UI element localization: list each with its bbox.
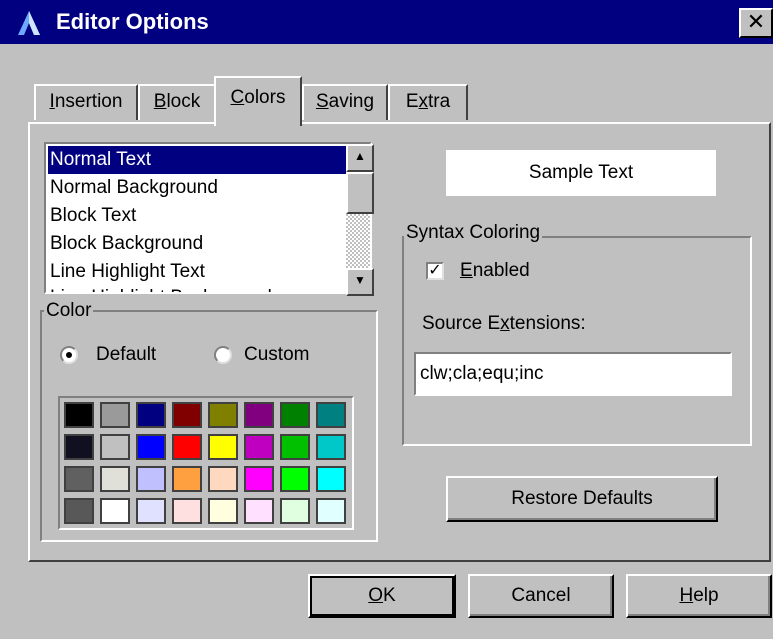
color-swatch[interactable]: [172, 434, 202, 460]
radio-default[interactable]: [60, 346, 78, 364]
help-label: elp: [693, 585, 719, 606]
color-swatch[interactable]: [100, 498, 130, 524]
color-group-legend: Color: [44, 300, 94, 322]
ok-mnemonic: O: [368, 585, 384, 606]
syntax-coloring-legend: Syntax Coloring: [404, 222, 543, 244]
color-swatch[interactable]: [64, 466, 94, 492]
color-swatch[interactable]: [316, 498, 346, 524]
radio-default-label[interactable]: Default: [96, 343, 156, 367]
scroll-up-button[interactable]: ▲: [346, 144, 374, 172]
enabled-label[interactable]: Enabled: [460, 259, 530, 283]
tab-colors[interactable]: Colors: [214, 76, 302, 126]
list-item[interactable]: Block Background: [48, 230, 350, 258]
list-item[interactable]: Normal Background: [48, 174, 350, 202]
tab-block[interactable]: Block: [138, 84, 216, 120]
tab-saving[interactable]: Saving: [302, 84, 388, 120]
list-item[interactable]: Line Highlight Text: [48, 258, 350, 286]
close-button[interactable]: ✕: [739, 8, 773, 38]
color-swatch[interactable]: [244, 434, 274, 460]
color-swatch[interactable]: [244, 402, 274, 428]
tab-mnemonic: S: [315, 91, 329, 112]
enabled-mnemonic: E: [460, 260, 473, 281]
tab-mnemonic: x: [418, 91, 429, 112]
tab-label: tra: [428, 91, 451, 112]
tab-label: nsertion: [54, 91, 123, 112]
color-swatch[interactable]: [316, 466, 346, 492]
color-swatch[interactable]: [208, 466, 238, 492]
color-swatch[interactable]: [172, 466, 202, 492]
color-swatch[interactable]: [316, 402, 346, 428]
list-item[interactable]: Block Text: [48, 202, 350, 230]
color-swatch[interactable]: [100, 402, 130, 428]
ext-label-mnemonic: x: [500, 313, 510, 334]
color-swatch[interactable]: [172, 498, 202, 524]
color-swatch[interactable]: [280, 402, 310, 428]
color-swatch[interactable]: [208, 402, 238, 428]
list-scrollbar[interactable]: ▲ ▼: [346, 144, 374, 296]
color-swatch[interactable]: [280, 434, 310, 460]
window-title: Editor Options: [56, 9, 209, 34]
tab-mnemonic: C: [230, 87, 245, 108]
color-swatch[interactable]: [316, 434, 346, 460]
app-icon: [18, 11, 40, 35]
color-swatch[interactable]: [100, 466, 130, 492]
color-swatch[interactable]: [136, 466, 166, 492]
tab-label: E: [405, 91, 419, 112]
tab-label: olors: [244, 87, 286, 108]
ok-label: K: [383, 585, 396, 606]
help-button[interactable]: Help: [626, 574, 772, 618]
syntax-coloring-group: [402, 236, 752, 446]
help-mnemonic: H: [679, 585, 694, 606]
color-swatch[interactable]: [64, 498, 94, 524]
close-icon: ✕: [746, 9, 766, 34]
restore-defaults-button[interactable]: Restore Defaults: [446, 476, 718, 522]
list-item[interactable]: Line Highlight Background: [48, 284, 350, 292]
enabled-checkbox[interactable]: ✓: [426, 262, 444, 280]
color-swatch[interactable]: [244, 466, 274, 492]
color-palette[interactable]: [58, 396, 354, 530]
scroll-thumb[interactable]: [346, 172, 374, 214]
ext-label-text: tensions:: [509, 313, 586, 334]
arrow-down-icon: ▼: [354, 273, 366, 287]
radio-custom[interactable]: [214, 346, 232, 364]
color-swatch[interactable]: [136, 402, 166, 428]
color-swatch[interactable]: [280, 498, 310, 524]
color-swatch[interactable]: [244, 498, 274, 524]
color-swatch[interactable]: [136, 498, 166, 524]
checkmark-icon: ✓: [428, 262, 442, 279]
enabled-label-text: nabled: [472, 260, 530, 281]
scroll-down-button[interactable]: ▼: [346, 268, 374, 296]
ok-button[interactable]: OK: [308, 574, 456, 618]
color-swatch[interactable]: [136, 434, 166, 460]
source-extensions-label: Source Extensions:: [422, 312, 586, 336]
list-item[interactable]: Normal Text: [48, 146, 350, 174]
source-extensions-input[interactable]: clw;cla;equ;inc: [414, 352, 732, 396]
tab-label: aving: [328, 91, 375, 112]
color-swatch[interactable]: [208, 498, 238, 524]
tab-label: lock: [166, 91, 201, 112]
color-swatch[interactable]: [100, 434, 130, 460]
sample-text-preview: Sample Text: [446, 150, 716, 196]
color-swatch[interactable]: [64, 434, 94, 460]
radio-selected-dot: [66, 352, 72, 358]
color-swatch[interactable]: [280, 466, 310, 492]
radio-custom-label[interactable]: Custom: [244, 343, 309, 367]
color-swatch[interactable]: [64, 402, 94, 428]
color-item-list[interactable]: Normal Text Normal Background Block Text…: [44, 142, 372, 294]
tab-mnemonic: B: [153, 91, 167, 112]
tab-extra[interactable]: Extra: [388, 84, 468, 120]
arrow-up-icon: ▲: [354, 149, 366, 163]
color-swatch[interactable]: [208, 434, 238, 460]
ext-label-text: Source E: [422, 313, 501, 334]
tab-insertion[interactable]: Insertion: [34, 84, 138, 120]
color-swatch[interactable]: [172, 402, 202, 428]
cancel-button[interactable]: Cancel: [468, 574, 614, 618]
